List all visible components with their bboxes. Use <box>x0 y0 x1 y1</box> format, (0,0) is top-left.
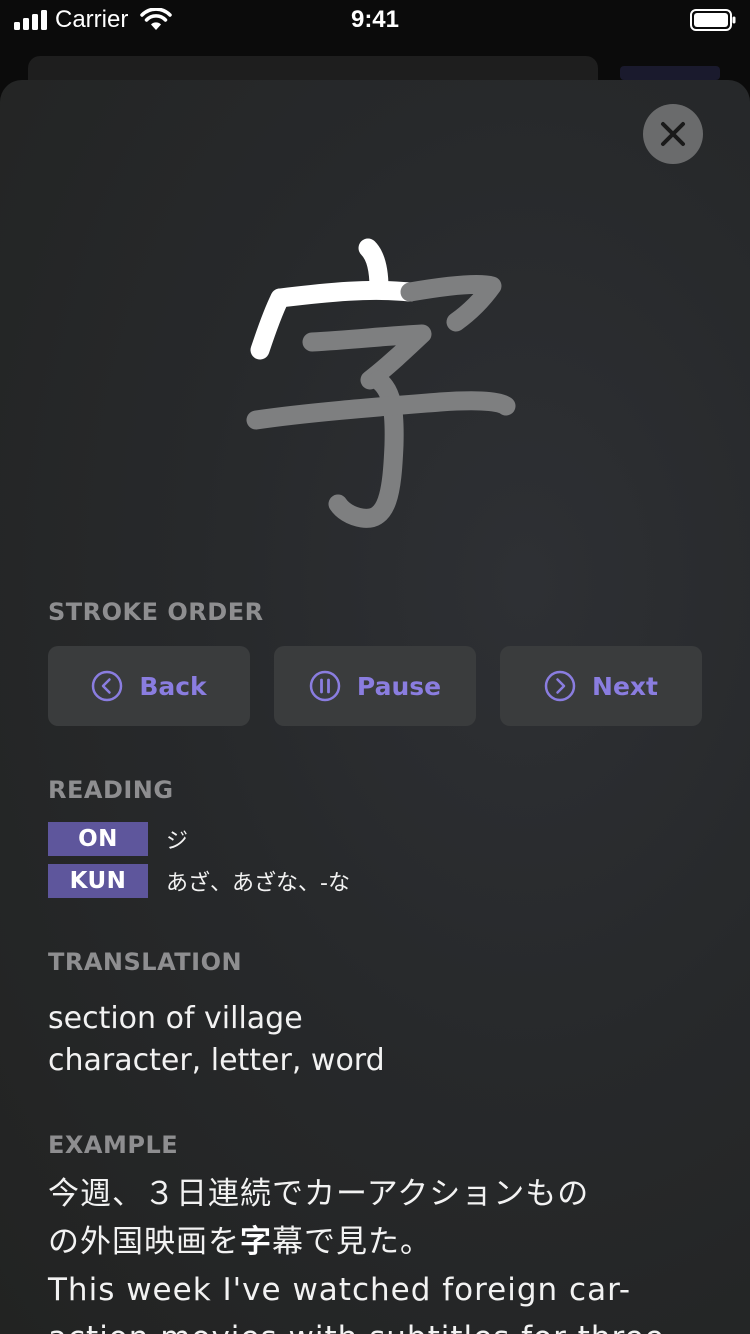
background-cancel <box>620 66 720 80</box>
kun-reading-row: KUN あざ、あざな、-な <box>48 864 350 898</box>
kun-tag: KUN <box>48 864 148 898</box>
back-button-label: Back <box>139 671 207 701</box>
example-english-line: action movies with subtitles for three <box>48 1314 688 1334</box>
back-button[interactable]: Back <box>48 646 250 726</box>
translation-line: character, letter, word <box>48 1043 385 1078</box>
example-label: EXAMPLE <box>48 1131 179 1159</box>
kun-reading-value: あざ、あざな、-な <box>166 871 350 896</box>
kanji-stroke-animation: 字 <box>246 238 516 528</box>
translation-line: section of village <box>48 1001 303 1036</box>
example-japanese-line: 今週、３日連続でカーアクションもの <box>48 1176 590 1212</box>
kanji-detail-sheet: 字 STROKE ORDER Back Pause Next READING O… <box>0 80 750 1334</box>
example-english-line: This week I've watched foreign car- <box>48 1272 632 1308</box>
close-button[interactable] <box>643 104 703 164</box>
on-reading-value: ジ <box>166 829 189 854</box>
example-japanese-fragment: 幕で見た。 <box>272 1224 432 1260</box>
example-japanese-fragment: の外国映画を <box>48 1224 240 1260</box>
pause-circle-icon <box>309 670 341 702</box>
status-bar: Carrier 9:41 <box>0 0 750 40</box>
close-icon <box>661 122 685 146</box>
on-tag: ON <box>48 822 148 856</box>
stroke-order-label: STROKE ORDER <box>48 598 264 626</box>
clock-time: 9:41 <box>350 6 400 33</box>
battery-icon <box>690 9 736 31</box>
next-button-label: Next <box>592 671 658 701</box>
stroke-4 <box>302 324 432 390</box>
stroke-6 <box>246 391 516 430</box>
pause-button-label: Pause <box>356 671 442 701</box>
chevron-right-circle-icon <box>544 670 576 702</box>
reading-label: READING <box>48 776 174 804</box>
stroke-3-rest <box>400 274 502 332</box>
example-japanese-line: の外国映画を字幕で見た。 <box>48 1218 688 1266</box>
chevron-left-circle-icon <box>92 670 123 702</box>
example-text: 今週、３日連続でカーアクションもの の外国映画を字幕で見た。 This week… <box>48 1170 688 1334</box>
example-highlighted-kanji: 字 <box>240 1224 272 1260</box>
pause-button[interactable]: Pause <box>274 646 476 726</box>
translation-text: section of village character, letter, wo… <box>48 998 385 1082</box>
next-button[interactable]: Next <box>500 646 702 726</box>
translation-label: TRANSLATION <box>48 948 243 976</box>
stroke-3-top <box>270 280 420 308</box>
on-reading-row: ON ジ <box>48 822 188 856</box>
